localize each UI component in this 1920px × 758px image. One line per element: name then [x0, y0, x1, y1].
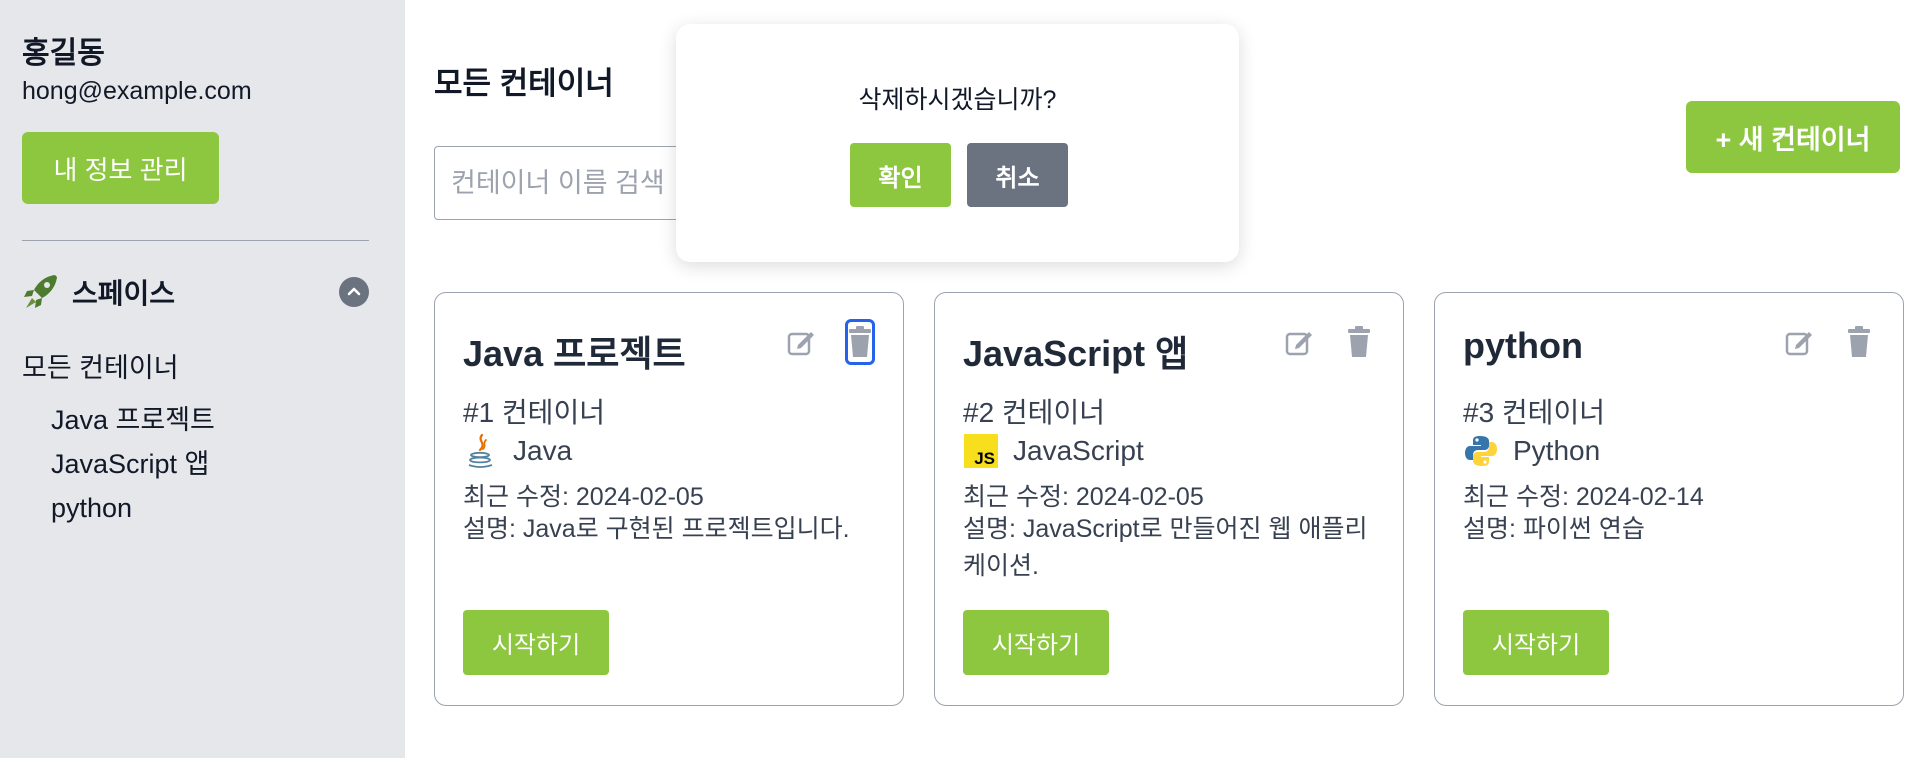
- card-date: 최근 수정: 2024-02-05: [463, 483, 704, 511]
- card-date: 최근 수정: 2024-02-14: [1463, 483, 1704, 511]
- card-language: Python: [1463, 433, 1600, 469]
- container-card-python: python #3 컨테이너 Python 최근 수정: 2024-02-14 …: [1434, 292, 1904, 706]
- cancel-button[interactable]: 취소: [967, 143, 1068, 207]
- card-number: #3 컨테이너: [1463, 397, 1605, 428]
- start-button[interactable]: 시작하기: [963, 610, 1109, 675]
- language-name: JavaScript: [1013, 435, 1144, 466]
- rocket-icon: [24, 275, 57, 308]
- card-actions: [785, 319, 875, 365]
- edit-icon[interactable]: [1283, 323, 1315, 361]
- delete-confirm-dialog: 삭제하시겠습니까? 확인 취소: [676, 24, 1239, 262]
- card-title: JavaScript 앱: [963, 333, 1189, 374]
- sidebar-item-java[interactable]: Java 프로젝트: [51, 402, 215, 446]
- profile-button[interactable]: 내 정보 관리: [22, 132, 219, 204]
- nav-all-containers[interactable]: 모든 컨테이너: [22, 346, 179, 385]
- card-actions: [1783, 323, 1875, 361]
- card-date: 최근 수정: 2024-02-05: [963, 483, 1204, 511]
- sidebar-item-python[interactable]: python: [51, 490, 215, 534]
- trash-icon[interactable]: [845, 319, 875, 365]
- card-language: Java: [463, 433, 572, 469]
- container-nav-list: Java 프로젝트 JavaScript 앱 python: [51, 402, 215, 534]
- card-description: 설명: Java로 구현된 프로젝트입니다.: [463, 515, 850, 543]
- card-title: python: [1463, 325, 1583, 366]
- card-description: 설명: 파이썬 연습: [1463, 515, 1645, 543]
- sidebar: 홍길동 hong@example.com 내 정보 관리 스페이스 모든 컨테이…: [0, 0, 405, 758]
- python-icon: [1463, 433, 1499, 469]
- user-email: hong@example.com: [22, 77, 252, 105]
- space-label: 스페이스: [72, 278, 176, 309]
- card-title: Java 프로젝트: [463, 333, 686, 374]
- edit-icon[interactable]: [1783, 323, 1815, 361]
- new-container-button[interactable]: + 새 컨테이너: [1686, 101, 1900, 173]
- card-number: #2 컨테이너: [963, 397, 1105, 428]
- card-description: 설명: JavaScript로 만들어진 웹 애플리케이션.: [963, 515, 1368, 580]
- user-name: 홍길동: [22, 37, 105, 70]
- start-button[interactable]: 시작하기: [463, 610, 609, 675]
- sidebar-item-javascript[interactable]: JavaScript 앱: [51, 446, 215, 490]
- dialog-message: 삭제하시겠습니까?: [858, 86, 1057, 114]
- trash-icon[interactable]: [1343, 323, 1375, 361]
- card-actions: [1283, 323, 1375, 361]
- chevron-up-icon[interactable]: [339, 277, 369, 307]
- edit-icon[interactable]: [785, 323, 817, 361]
- card-number: #1 컨테이너: [463, 397, 605, 428]
- javascript-icon: JS: [963, 433, 999, 469]
- page-title: 모든 컨테이너: [434, 66, 614, 101]
- container-card-javascript: JavaScript 앱 #2 컨테이너 JS JavaScript 최근 수정…: [934, 292, 1404, 706]
- card-language: JS JavaScript: [963, 433, 1144, 469]
- confirm-button[interactable]: 확인: [850, 143, 951, 207]
- start-button[interactable]: 시작하기: [1463, 610, 1609, 675]
- container-card-java: Java 프로젝트 #1 컨테이너 Java 최근 수정: 2024-02-05…: [434, 292, 904, 706]
- java-icon: [463, 433, 499, 469]
- sidebar-divider: [22, 240, 369, 241]
- trash-icon[interactable]: [1843, 323, 1875, 361]
- language-name: Python: [1513, 435, 1601, 466]
- space-header[interactable]: 스페이스: [22, 272, 369, 312]
- svg-text:JS: JS: [974, 449, 995, 468]
- language-name: Java: [513, 435, 573, 466]
